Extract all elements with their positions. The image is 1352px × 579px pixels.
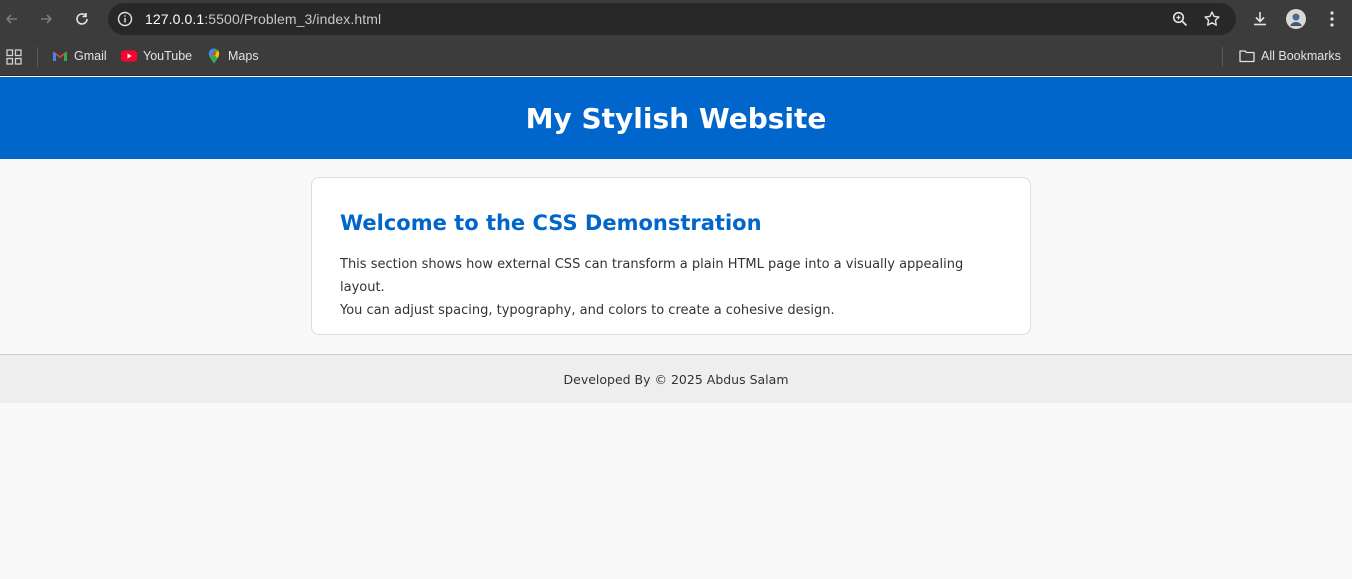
bookmark-label: Maps [228,49,259,63]
footer-text: Developed By © 2025 Abdus Salam [563,371,789,387]
address-bar[interactable]: 127.0.0.1:5500/Problem_3/index.html [108,3,1236,35]
section-text-line-2: You can adjust spacing, typography, and … [340,303,835,318]
url-path: :5500/Problem_3/index.html [204,11,382,27]
forward-button[interactable] [34,7,58,31]
forward-arrow-icon [41,14,53,24]
profile-avatar[interactable] [1285,8,1307,30]
site-header: My Stylish Website [0,77,1352,159]
gmail-icon [52,48,68,64]
site-footer: Developed By © 2025 Abdus Salam [0,354,1352,403]
bookmark-youtube[interactable]: YouTube [121,48,192,64]
youtube-icon [121,48,137,64]
apps-grid-icon [6,49,22,65]
back-arrow-icon [5,14,17,24]
all-bookmarks-button[interactable]: All Bookmarks [1239,48,1341,64]
avatar-icon [1286,9,1306,29]
bookmark-star-icon[interactable] [1203,10,1221,28]
url-text[interactable]: 127.0.0.1:5500/Problem_3/index.html [145,11,381,27]
zoom-icon[interactable] [1171,10,1189,28]
maps-icon [206,48,222,64]
section-heading: Welcome to the CSS Demonstration [340,211,762,235]
all-bookmarks-label: All Bookmarks [1261,49,1341,63]
site-title: My Stylish Website [525,101,827,135]
reload-icon [76,13,88,25]
bookmarks-bar: Gmail YouTube Maps All Bookmarks [0,38,1352,76]
folder-icon [1239,48,1255,64]
content-card: Welcome to the CSS Demonstration This se… [311,177,1031,335]
menu-button[interactable] [1321,8,1343,30]
bookmarks-divider [37,47,38,67]
bookmarks-divider-right [1222,47,1223,67]
download-icon [1254,12,1266,26]
downloads-button[interactable] [1249,8,1271,30]
bookmark-gmail[interactable]: Gmail [52,48,107,64]
back-button[interactable] [0,7,24,31]
site-info-icon[interactable] [117,11,133,27]
url-host: 127.0.0.1 [145,11,205,27]
apps-button[interactable] [6,49,22,65]
section-paragraph: This section shows how external CSS can … [340,253,1002,322]
bookmark-label: YouTube [143,49,193,63]
bookmark-maps[interactable]: Maps [206,48,259,64]
browser-toolbar: 127.0.0.1:5500/Problem_3/index.html [0,0,1352,38]
reload-button[interactable] [70,7,94,31]
kebab-menu-icon [1330,11,1334,27]
section-text-line-1: This section shows how external CSS can … [340,257,964,295]
bookmark-label: Gmail [74,49,107,63]
